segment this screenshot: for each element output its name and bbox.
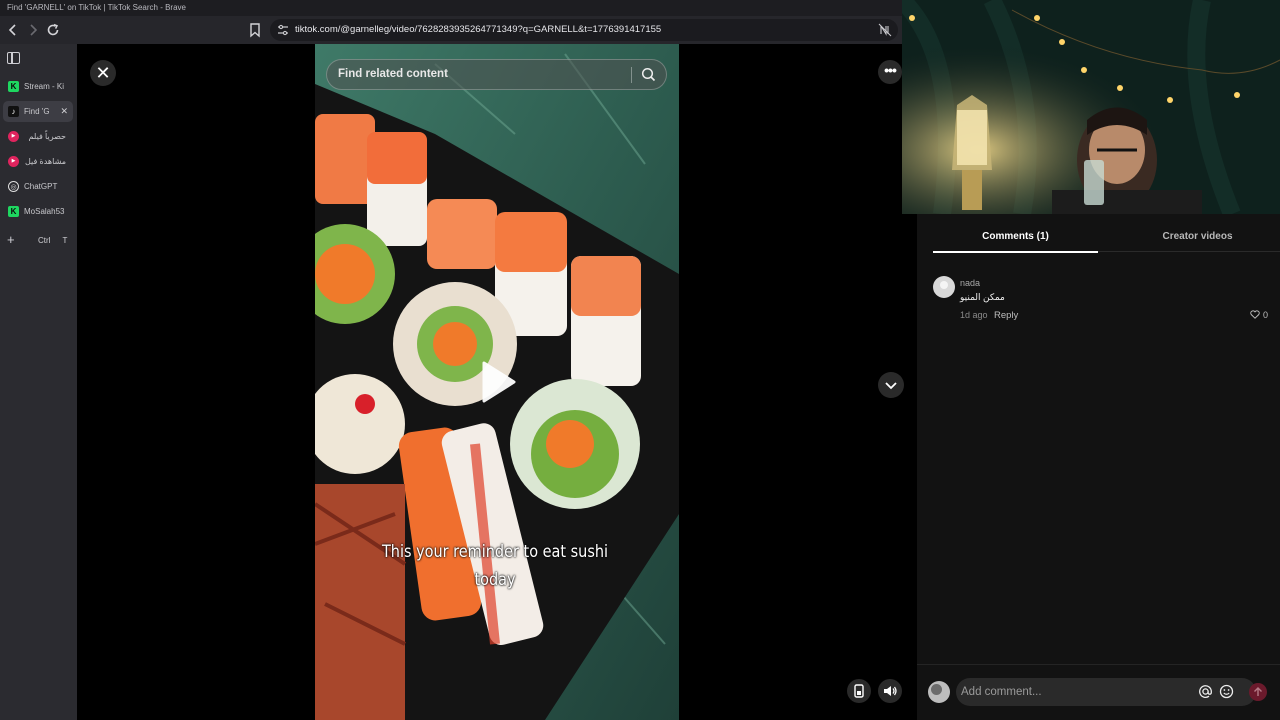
panel-tabs: Comments (1) Creator videos bbox=[933, 222, 1280, 253]
new-tab-shortcut: Ctrl T bbox=[38, 236, 68, 245]
tab-label: مشاهدة فيل bbox=[25, 157, 66, 166]
search-divider bbox=[631, 67, 632, 83]
webcam-image bbox=[902, 0, 1280, 214]
close-video-button[interactable]: ✕ bbox=[90, 60, 116, 86]
play-favicon-icon: ▶ bbox=[8, 131, 19, 142]
tab-tiktok-search[interactable]: ♪ Find 'G ✕ bbox=[3, 101, 73, 122]
tab-mosalah-kick[interactable]: K MoSalah53 bbox=[3, 201, 73, 222]
vertical-tabs-sidebar: K Stream - Ki ♪ Find 'G ✕ ▶ حصرياً فيلم … bbox=[0, 44, 77, 720]
reply-button[interactable]: Reply bbox=[994, 310, 1018, 321]
next-video-button[interactable] bbox=[878, 372, 904, 398]
site-settings-icon[interactable] bbox=[276, 23, 290, 37]
webcam-overlay bbox=[902, 0, 1280, 214]
floating-player-icon bbox=[854, 684, 864, 698]
avatar bbox=[928, 681, 950, 703]
mention-icon[interactable] bbox=[1198, 684, 1213, 699]
browser-toolbar: tiktok.com/@garnelleg/video/762828393526… bbox=[0, 16, 902, 44]
bookmark-icon[interactable] bbox=[247, 21, 263, 39]
back-icon[interactable] bbox=[4, 21, 22, 39]
comment-text: ممكن المنيو bbox=[960, 292, 1005, 302]
reload-icon[interactable] bbox=[44, 21, 62, 39]
play-favicon-icon: ▶ bbox=[8, 156, 19, 167]
tab-label: ChatGPT bbox=[24, 182, 58, 191]
tab-label: MoSalah53 bbox=[24, 207, 65, 216]
comment-item: nada ممكن المنيو 1d ago Reply 0 bbox=[933, 276, 1268, 326]
heart-icon bbox=[1250, 310, 1261, 319]
volume-button[interactable] bbox=[878, 679, 902, 703]
new-tab-plus-icon[interactable]: + bbox=[7, 232, 15, 247]
video-player[interactable]: Find related content This your reminder … bbox=[315, 44, 679, 720]
comment-timestamp: 1d ago bbox=[960, 310, 988, 320]
address-bar[interactable]: tiktok.com/@garnelleg/video/762828393526… bbox=[270, 19, 898, 41]
tiktok-icon: ♪ bbox=[8, 106, 19, 117]
tab-stream-kick[interactable]: K Stream - Ki bbox=[3, 76, 73, 97]
caption-line-2: today bbox=[474, 570, 516, 590]
emoji-icon[interactable] bbox=[1219, 684, 1234, 699]
comment-username[interactable]: nada bbox=[960, 278, 980, 288]
search-placeholder[interactable]: Find related content bbox=[338, 60, 448, 89]
tiktok-video-page: ✕ ••• Find related content This your rem… bbox=[77, 44, 904, 720]
video-caption: This your reminder to eat sushi today bbox=[368, 538, 623, 594]
sidebar-toggle-icon[interactable] bbox=[7, 52, 20, 64]
more-options-button[interactable]: ••• bbox=[878, 60, 902, 84]
chatgpt-icon: ◎ bbox=[8, 181, 19, 192]
kick-icon: K bbox=[8, 81, 19, 92]
chevron-down-icon bbox=[885, 382, 897, 390]
tab-movie-1[interactable]: ▶ حصرياً فيلم bbox=[3, 126, 73, 147]
tab-label: حصرياً فيلم bbox=[28, 132, 66, 141]
arrow-up-icon bbox=[1254, 687, 1262, 696]
tab-label: Find 'G bbox=[24, 107, 50, 116]
avatar[interactable] bbox=[933, 276, 955, 298]
play-icon[interactable] bbox=[478, 360, 518, 404]
comments-panel: Comments (1) Creator videos nada ممكن ال… bbox=[917, 214, 1280, 720]
tab-movie-2[interactable]: ▶ مشاهدة فيل bbox=[3, 151, 73, 172]
send-comment-button[interactable] bbox=[1249, 683, 1267, 701]
tab-comments[interactable]: Comments (1) bbox=[933, 222, 1098, 253]
url-text[interactable]: tiktok.com/@garnelleg/video/762828393526… bbox=[295, 19, 661, 41]
speaker-icon bbox=[884, 686, 897, 696]
tab-close-icon[interactable]: ✕ bbox=[60, 101, 68, 122]
reader-mode-off-icon[interactable] bbox=[878, 23, 892, 37]
like-count: 0 bbox=[1262, 310, 1268, 320]
picture-in-picture-button[interactable] bbox=[847, 679, 871, 703]
search-icon[interactable] bbox=[641, 67, 656, 82]
caption-line-1: This your reminder to eat sushi bbox=[381, 542, 609, 562]
tab-label: Stream - Ki bbox=[24, 82, 65, 91]
forward-icon[interactable] bbox=[24, 21, 42, 39]
tab-creator-videos[interactable]: Creator videos bbox=[1115, 222, 1280, 252]
related-content-search[interactable]: Find related content bbox=[326, 59, 667, 90]
kick-icon: K bbox=[8, 206, 19, 217]
comment-composer bbox=[917, 664, 1280, 720]
window-title: Find 'GARNELL' on TikTok | TikTok Search… bbox=[0, 0, 902, 16]
like-button[interactable]: 0 bbox=[1250, 310, 1268, 320]
tab-chatgpt[interactable]: ◎ ChatGPT bbox=[3, 176, 73, 197]
